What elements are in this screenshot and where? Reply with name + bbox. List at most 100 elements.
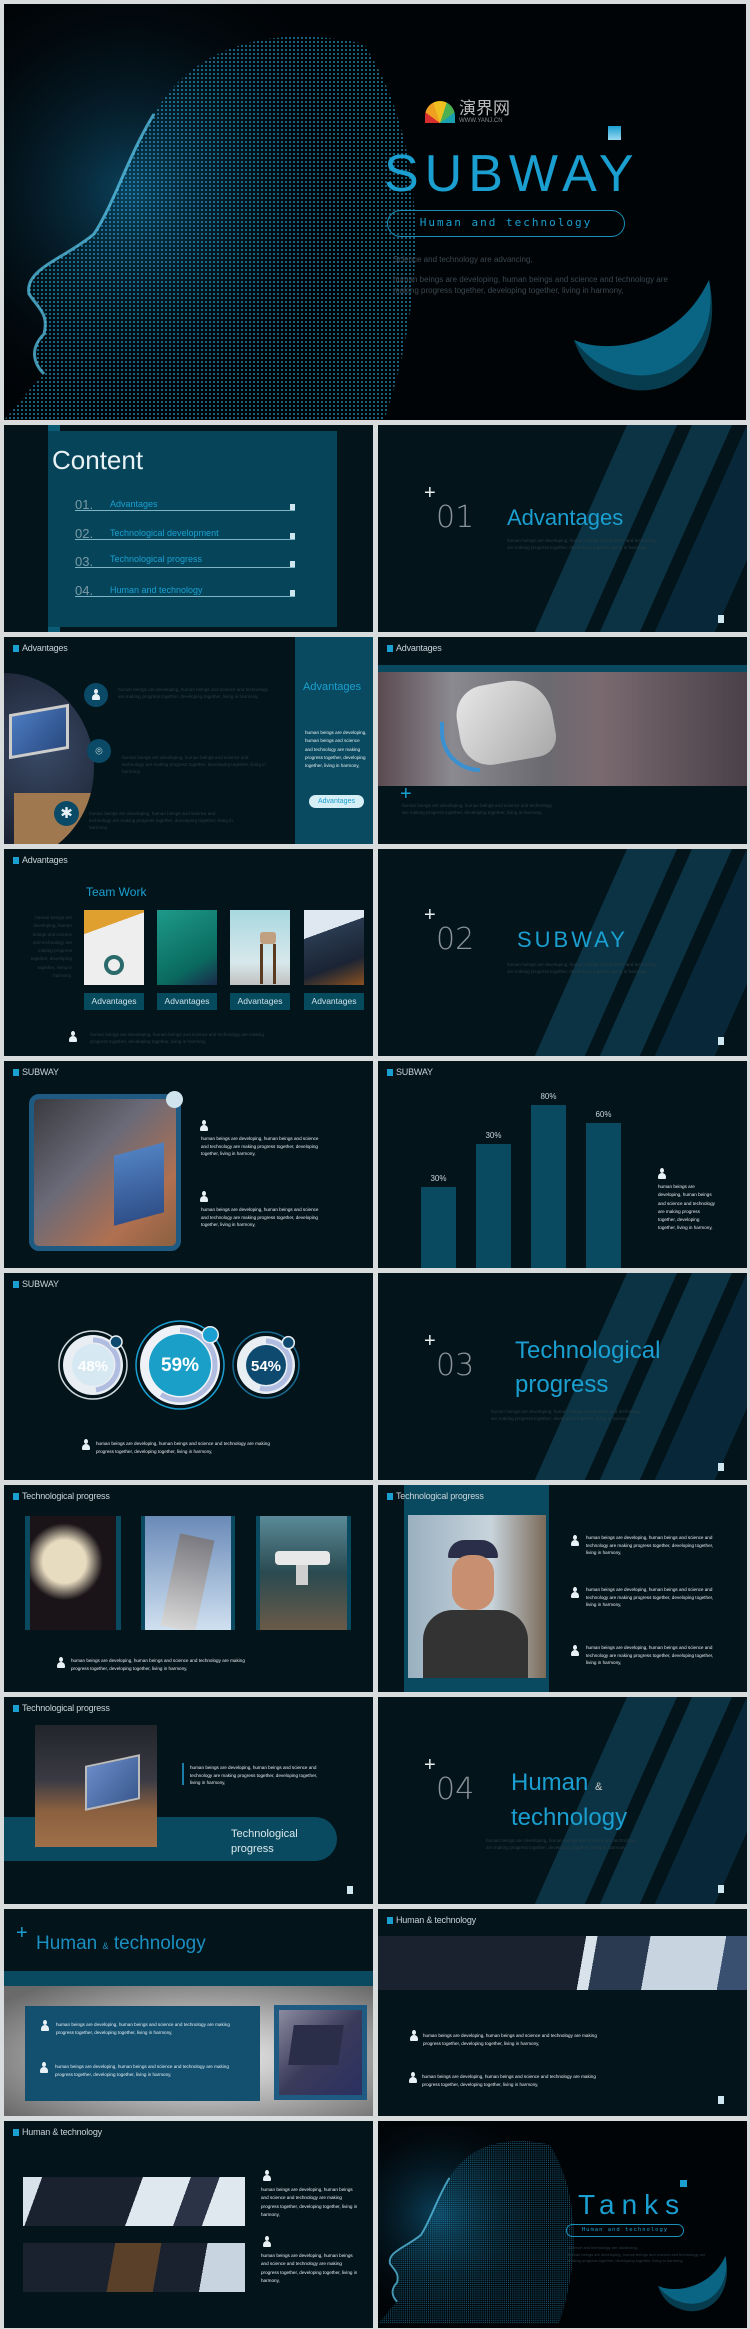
item-number: 03. bbox=[75, 554, 94, 569]
plus-icon: + bbox=[424, 904, 436, 926]
section-title-line2: progress bbox=[515, 1371, 609, 1398]
tech-laptop-slide: Technological progress human beings are … bbox=[4, 1697, 373, 1904]
crescent-shape bbox=[574, 280, 713, 391]
person-icon bbox=[263, 2236, 271, 2247]
chart-data-label: 80% bbox=[540, 1092, 557, 1101]
logo-mark-icon bbox=[425, 101, 455, 123]
cover-subtitle-pill: Human and technology bbox=[387, 210, 625, 237]
accent-square bbox=[680, 2180, 687, 2187]
tanks-title: Tanks bbox=[578, 2189, 687, 2220]
section-text: human beings are developing, human being… bbox=[486, 1838, 636, 1850]
team-label[interactable]: Advantages bbox=[230, 993, 290, 1010]
chart-text: human beings are developing, human being… bbox=[658, 1184, 715, 1231]
person-icon bbox=[200, 1120, 208, 1131]
meeting-photo bbox=[29, 1094, 181, 1251]
slide-header: Human & technology bbox=[387, 1915, 476, 1925]
slide-header: Human & technology bbox=[13, 2127, 102, 2137]
person-icon bbox=[200, 1191, 208, 1202]
logo: 演界网 WWW.YANJ.CN bbox=[425, 100, 510, 124]
corner-square bbox=[718, 1463, 724, 1471]
section-title-line2: technology bbox=[511, 1804, 628, 1831]
person-icon bbox=[571, 1587, 579, 1598]
chart-data-label: 30% bbox=[430, 1173, 447, 1183]
section-number: 03 bbox=[436, 1348, 475, 1383]
plus-icon: + bbox=[424, 482, 436, 504]
panel-text: human beings are developing, human being… bbox=[305, 730, 367, 769]
band-title-line1: Technological bbox=[231, 1828, 298, 1840]
badge-icon bbox=[201, 1326, 219, 1344]
feature-text: human beings are developing, human being… bbox=[118, 687, 268, 699]
buildings-text: human beings are developing, human being… bbox=[422, 2074, 596, 2087]
decor-circle bbox=[166, 1091, 183, 1108]
bar-chart-slide: SUBWAY 30% 30% 80% 60% human beings are dev… bbox=[378, 1061, 747, 1268]
banner-title: Human & technology bbox=[36, 1933, 206, 1954]
team-title: Team Work bbox=[86, 885, 147, 899]
box-text: human beings are developing, human being… bbox=[56, 2022, 230, 2035]
person-icon bbox=[82, 1439, 90, 1450]
section-02-slide: + 02 SUBWAY human beings are developing,… bbox=[378, 849, 747, 1056]
person-icon bbox=[410, 2030, 418, 2041]
asterisk-icon: ✱ bbox=[54, 801, 79, 826]
slide-header: Technological progress bbox=[13, 1703, 110, 1713]
item-label: Technological progress bbox=[110, 554, 203, 564]
section-text: human beings are developing, human being… bbox=[507, 538, 657, 550]
donut-chart: 54% bbox=[232, 1331, 300, 1399]
laptop-text: human beings are developing, human being… bbox=[190, 1765, 318, 1785]
person-icon bbox=[57, 1657, 65, 1668]
content-item[interactable]: 01. Advantages bbox=[75, 495, 295, 512]
item-number: 02. bbox=[75, 526, 94, 541]
team-label[interactable]: Advantages bbox=[157, 993, 217, 1010]
donut-label: 54% bbox=[251, 1358, 281, 1375]
slide-header: Advantages bbox=[13, 643, 68, 653]
section-number: 04 bbox=[436, 1772, 475, 1807]
item-label: Advantages bbox=[110, 499, 158, 509]
subway-meeting-slide: SUBWAY human beings are developing, huma… bbox=[4, 1061, 373, 1268]
content-item[interactable]: 02. Technological development bbox=[75, 524, 295, 541]
donut-label: 48% bbox=[78, 1358, 108, 1375]
donut-text: human beings are developing, human being… bbox=[96, 1441, 270, 1454]
face-particle-image bbox=[4, 4, 424, 420]
human-two-photos-slide: Human & technology human beings are deve… bbox=[4, 2121, 373, 2328]
tech-portrait-slide: Technological progress human beings are … bbox=[378, 1485, 747, 1692]
chart-data-label: 60% bbox=[595, 1110, 612, 1120]
badge-icon bbox=[281, 1335, 296, 1350]
section-text: human beings are developing, human being… bbox=[491, 1409, 641, 1421]
content-title: Content bbox=[52, 445, 144, 475]
robot-arm-photo bbox=[378, 672, 747, 786]
cover-title: SUBWAY bbox=[384, 145, 640, 203]
slide-header: Advantages bbox=[387, 643, 442, 653]
content-item[interactable]: 03. Technological progress bbox=[75, 552, 295, 569]
portrait-text: human beings are developing, human being… bbox=[586, 1645, 714, 1665]
photos-text: human beings are developing, human being… bbox=[261, 2253, 358, 2283]
team-work-slide: Advantages Team Work human beings are de… bbox=[4, 849, 373, 1056]
advantages-button[interactable]: Advantages bbox=[309, 795, 364, 808]
advantages-robot-slide: Advantages + human beings are developing… bbox=[378, 637, 747, 844]
corner-square bbox=[718, 2096, 724, 2104]
laptop-desk-photo bbox=[35, 1725, 157, 1847]
header-square-icon bbox=[13, 1704, 19, 1712]
chip-photo bbox=[274, 2005, 367, 2100]
info-box: human beings are developing, human being… bbox=[25, 2006, 260, 2101]
feature-text: human beings are developing, human being… bbox=[122, 755, 266, 774]
content-item[interactable]: 04. Human and technology bbox=[75, 581, 295, 598]
buildings-photo bbox=[23, 2243, 245, 2292]
feature-text: human beings are developing, human being… bbox=[89, 811, 233, 830]
header-square-icon bbox=[387, 1492, 393, 1500]
cover-line1: Science and technology are advancing, bbox=[393, 255, 533, 264]
plus-icon: + bbox=[424, 1754, 436, 1776]
logo-url: WWW.YANJ.CN bbox=[459, 118, 503, 124]
donut-chart: 59% bbox=[135, 1320, 225, 1410]
box-text: human beings are developing, human being… bbox=[55, 2064, 229, 2077]
photos-text: human beings are developing, human being… bbox=[261, 2187, 358, 2217]
meeting-text: human beings are developing, human being… bbox=[201, 1136, 319, 1156]
location-icon: ⌾ bbox=[87, 739, 111, 763]
tech-gallery-slide: Technological progress human beings are … bbox=[4, 1485, 373, 1692]
human-banner-slide: + Human & technology human beings are de… bbox=[4, 1909, 373, 2116]
team-photo bbox=[84, 910, 144, 985]
section-03-slide: + 03 Technological progress human beings… bbox=[378, 1273, 747, 1480]
team-label[interactable]: Advantages bbox=[304, 993, 364, 1010]
team-label[interactable]: Advantages bbox=[84, 993, 144, 1010]
person-icon bbox=[409, 2072, 417, 2083]
slide-header: Advantages bbox=[13, 855, 68, 865]
header-square-icon bbox=[387, 1068, 393, 1076]
